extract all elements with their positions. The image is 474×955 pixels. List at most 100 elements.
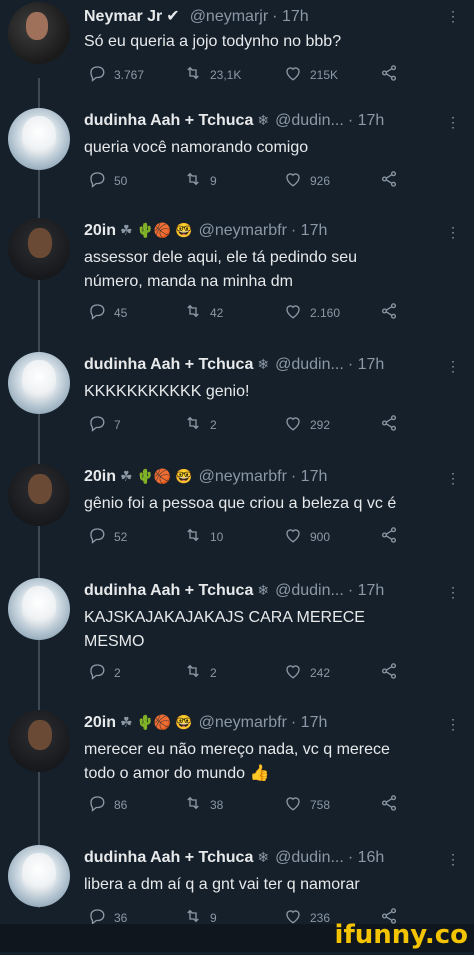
author-name[interactable]: Neymar Jr: [84, 8, 162, 25]
like-button[interactable]: 2.160: [284, 302, 340, 323]
retweet-button[interactable]: 9: [184, 170, 217, 191]
author-name[interactable]: dudinha Aah + Tchuca: [84, 356, 253, 373]
retweet-button[interactable]: 10: [184, 526, 223, 547]
more-icon[interactable]: ⋮: [446, 358, 460, 375]
like-count: 242: [310, 665, 331, 680]
tweet[interactable]: 20in ☘ 🌵🏀 🤓 @neymarbfr · 17h ⋮ assessor dele …: [0, 218, 474, 328]
author-name[interactable]: 20in: [84, 222, 116, 239]
avatar[interactable]: [8, 2, 70, 64]
share-button[interactable]: [380, 414, 398, 435]
avatar[interactable]: [8, 352, 70, 414]
tweet-text-line: gênio foi a pessoa que criou a beleza q …: [84, 495, 397, 512]
reply-button[interactable]: 3.767: [88, 64, 144, 85]
reply-button[interactable]: 2: [88, 662, 121, 683]
retweet-count: 2: [210, 665, 217, 680]
author-handle[interactable]: @neymarbfr: [199, 222, 287, 239]
like-count: 926: [310, 173, 331, 188]
watermark: ifunny.co: [334, 920, 468, 950]
reply-button[interactable]: 45: [88, 302, 127, 323]
more-icon[interactable]: ⋮: [446, 8, 460, 25]
retweet-count: 2: [210, 417, 217, 432]
like-button[interactable]: 758: [284, 794, 330, 815]
like-button[interactable]: 242: [284, 662, 330, 683]
share-button[interactable]: [380, 170, 398, 191]
like-button[interactable]: 900: [284, 526, 330, 547]
share-button[interactable]: [380, 662, 398, 683]
author-name[interactable]: 20in: [84, 468, 116, 485]
share-button[interactable]: [380, 64, 398, 85]
author-name[interactable]: dudinha Aah + Tchuca: [84, 582, 253, 599]
author-handle[interactable]: @neymarjr: [190, 8, 268, 25]
avatar[interactable]: [8, 710, 70, 772]
avatar[interactable]: [8, 578, 70, 640]
tweet-text-line: KAJSKAJAKAJAKAJS CARA MERECE: [84, 609, 365, 626]
tweet-actions: 2 2 242: [88, 662, 428, 682]
more-icon[interactable]: ⋮: [446, 224, 460, 241]
retweet-button[interactable]: 2: [184, 414, 217, 435]
author-handle[interactable]: @dudin...: [275, 112, 344, 129]
author-name[interactable]: dudinha Aah + Tchuca: [84, 112, 253, 129]
author-handle[interactable]: @dudin...: [275, 849, 344, 866]
author-handle[interactable]: @dudin...: [275, 582, 344, 599]
tweet-text-line: todo o amor do mundo 👍: [84, 765, 270, 782]
like-button[interactable]: 292: [284, 414, 330, 435]
author-name[interactable]: 20in: [84, 714, 116, 731]
like-button[interactable]: 926: [284, 170, 330, 191]
tweet[interactable]: Neymar Jr ✔ @neymarjr · 17h ⋮ Só eu queria a …: [0, 2, 474, 112]
tweet-header: dudinha Aah + Tchuca ❄ @dudin... · 16h: [84, 849, 384, 867]
tweet-header: 20in ☘ 🌵🏀 🤓 @neymarbfr · 17h: [84, 222, 327, 240]
tweet[interactable]: 20in ☘ 🌵🏀 🤓 @neymarbfr · 17h ⋮ merecer eu não…: [0, 710, 474, 820]
share-button[interactable]: [380, 302, 398, 323]
avatar[interactable]: [8, 218, 70, 280]
avatar[interactable]: [8, 845, 70, 907]
share-icon: [380, 662, 398, 683]
reply-count: 7: [114, 417, 121, 432]
share-button[interactable]: [380, 526, 398, 547]
tweet[interactable]: dudinha Aah + Tchuca ❄ @dudin... · 17h ⋮ quer…: [0, 108, 474, 218]
retweet-icon: [184, 64, 202, 85]
reply-button[interactable]: 52: [88, 526, 127, 547]
share-icon: [380, 64, 398, 85]
verified-icon: ✔: [166, 8, 180, 25]
more-icon[interactable]: ⋮: [446, 114, 460, 131]
tweet-text-line: número, manda na minha dm: [84, 273, 293, 290]
like-button[interactable]: 215K: [284, 64, 338, 85]
more-icon[interactable]: ⋮: [446, 851, 460, 868]
tweet-actions: 7 2 292: [88, 414, 428, 434]
reply-count: 50: [114, 173, 128, 188]
like-count: 215K: [310, 67, 339, 82]
author-handle[interactable]: @neymarbfr: [199, 468, 287, 485]
author-handle[interactable]: @neymarbfr: [199, 714, 287, 731]
tweet-text: libera a dm aí q a gnt vai ter q namorar: [84, 873, 464, 897]
like-icon: [284, 170, 302, 191]
name-emoji: ❄: [257, 582, 270, 598]
share-icon: [380, 170, 398, 191]
reply-button[interactable]: 86: [88, 794, 127, 815]
retweet-button[interactable]: 42: [184, 302, 223, 323]
tweet[interactable]: dudinha Aah + Tchuca ❄ @dudin... · 17h ⋮ KKKK…: [0, 352, 474, 462]
retweet-button[interactable]: 2: [184, 662, 217, 683]
author-name[interactable]: dudinha Aah + Tchuca: [84, 849, 253, 866]
tweet[interactable]: 20in ☘ 🌵🏀 🤓 @neymarbfr · 17h ⋮ gênio foi a pe…: [0, 464, 474, 574]
tweet[interactable]: dudinha Aah + Tchuca ❄ @dudin... · 17h ⋮ KAJS…: [0, 578, 474, 688]
like-count: 758: [310, 797, 331, 812]
avatar[interactable]: [8, 108, 70, 170]
reply-button[interactable]: 7: [88, 414, 121, 435]
tweet-time: · 17h: [347, 356, 385, 373]
retweet-icon: [184, 794, 202, 815]
tweet-time: · 17h: [272, 8, 309, 25]
name-emoji: ☘ 🌵🏀 🤓: [120, 222, 193, 238]
more-icon[interactable]: ⋮: [446, 584, 460, 601]
more-icon[interactable]: ⋮: [446, 716, 460, 733]
like-icon: [284, 794, 302, 815]
tweet-actions: 50 9 926: [88, 170, 428, 190]
author-handle[interactable]: @dudin...: [275, 356, 344, 373]
retweet-button[interactable]: 38: [184, 794, 223, 815]
retweet-icon: [184, 662, 202, 683]
retweet-button[interactable]: 23,1K: [184, 64, 241, 85]
share-button[interactable]: [380, 794, 398, 815]
reply-button[interactable]: 50: [88, 170, 127, 191]
avatar[interactable]: [8, 464, 70, 526]
like-count: 2.160: [310, 305, 341, 320]
more-icon[interactable]: ⋮: [446, 470, 460, 487]
